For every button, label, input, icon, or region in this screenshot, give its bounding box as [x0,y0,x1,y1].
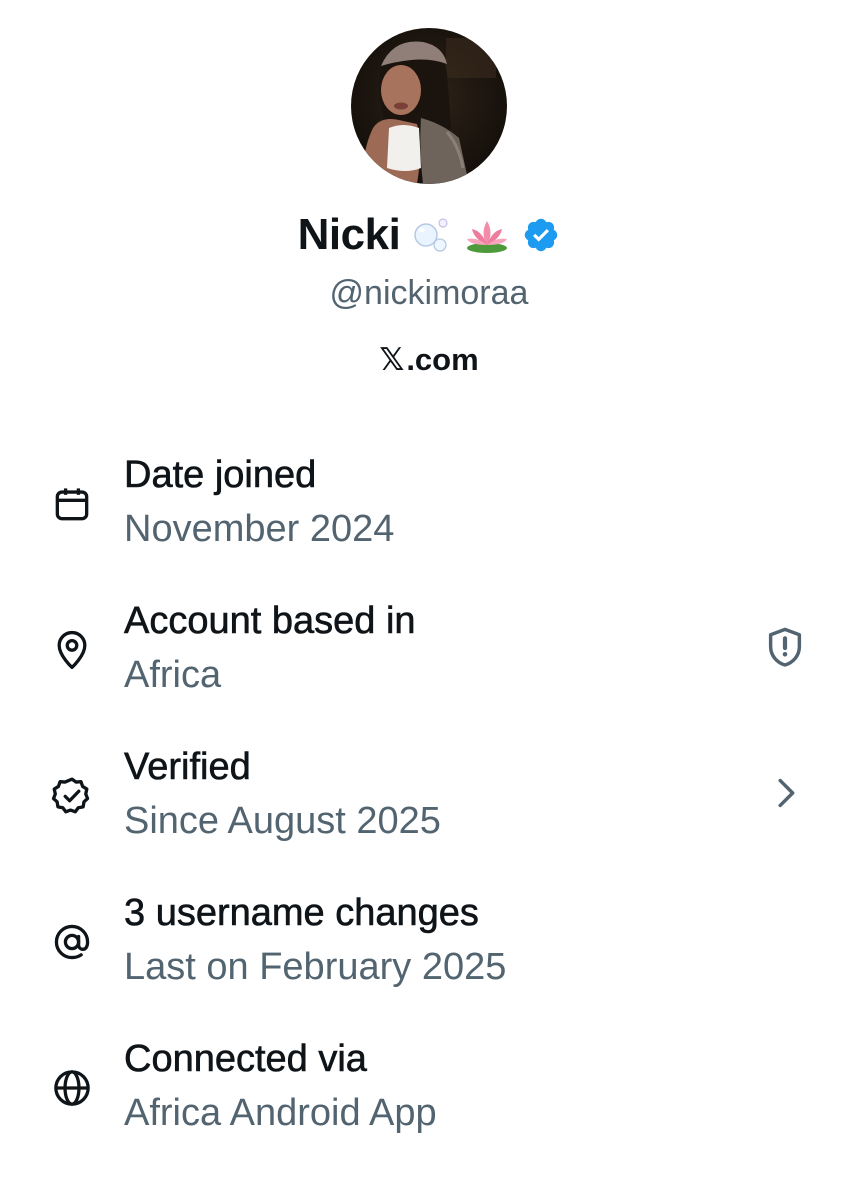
info-subtitle: November 2024 [124,508,395,550]
info-subtitle: Last on February 2025 [124,946,507,988]
info-row-date-joined: Date joined November 2024 [0,450,858,560]
info-title: 3 username changes [124,892,480,935]
verified-badge-icon [50,774,94,818]
profile-name-row: Nicki [0,206,858,264]
info-row-connected-via: Connected via Africa Android App [0,1034,858,1144]
location-pin-icon [50,628,94,672]
info-row-verified[interactable]: Verified Since August 2025 [0,742,858,852]
display-name: Nicki [297,210,401,259]
lotus-emoji [464,215,510,255]
bubbles-emoji [412,215,452,255]
info-title: Account based in [124,600,416,643]
globe-icon [50,1066,94,1110]
verified-badge[interactable] [522,216,560,254]
info-title: Date joined [124,454,317,497]
info-row-account-location: Account based in Africa [0,596,858,706]
site-domain: .com [406,342,479,377]
info-subtitle: Africa [124,654,222,696]
info-subtitle: Since August 2025 [124,800,441,842]
shield-alert-icon[interactable] [762,624,808,670]
info-title: Verified [124,746,251,789]
avatar-photo [351,28,507,184]
at-sign-icon [50,920,94,964]
info-subtitle: Africa Android App [124,1092,437,1134]
site-link[interactable]: 𝕏 .com [0,338,858,382]
calendar-icon [50,482,94,526]
profile-avatar[interactable] [351,28,507,184]
chevron-right-icon[interactable] [762,770,808,816]
x-logo-icon: 𝕏 [379,342,405,377]
info-title: Connected via [124,1038,368,1081]
info-row-username-changes: 3 username changes Last on February 2025 [0,888,858,998]
profile-handle: @nickimoraa [329,274,529,312]
